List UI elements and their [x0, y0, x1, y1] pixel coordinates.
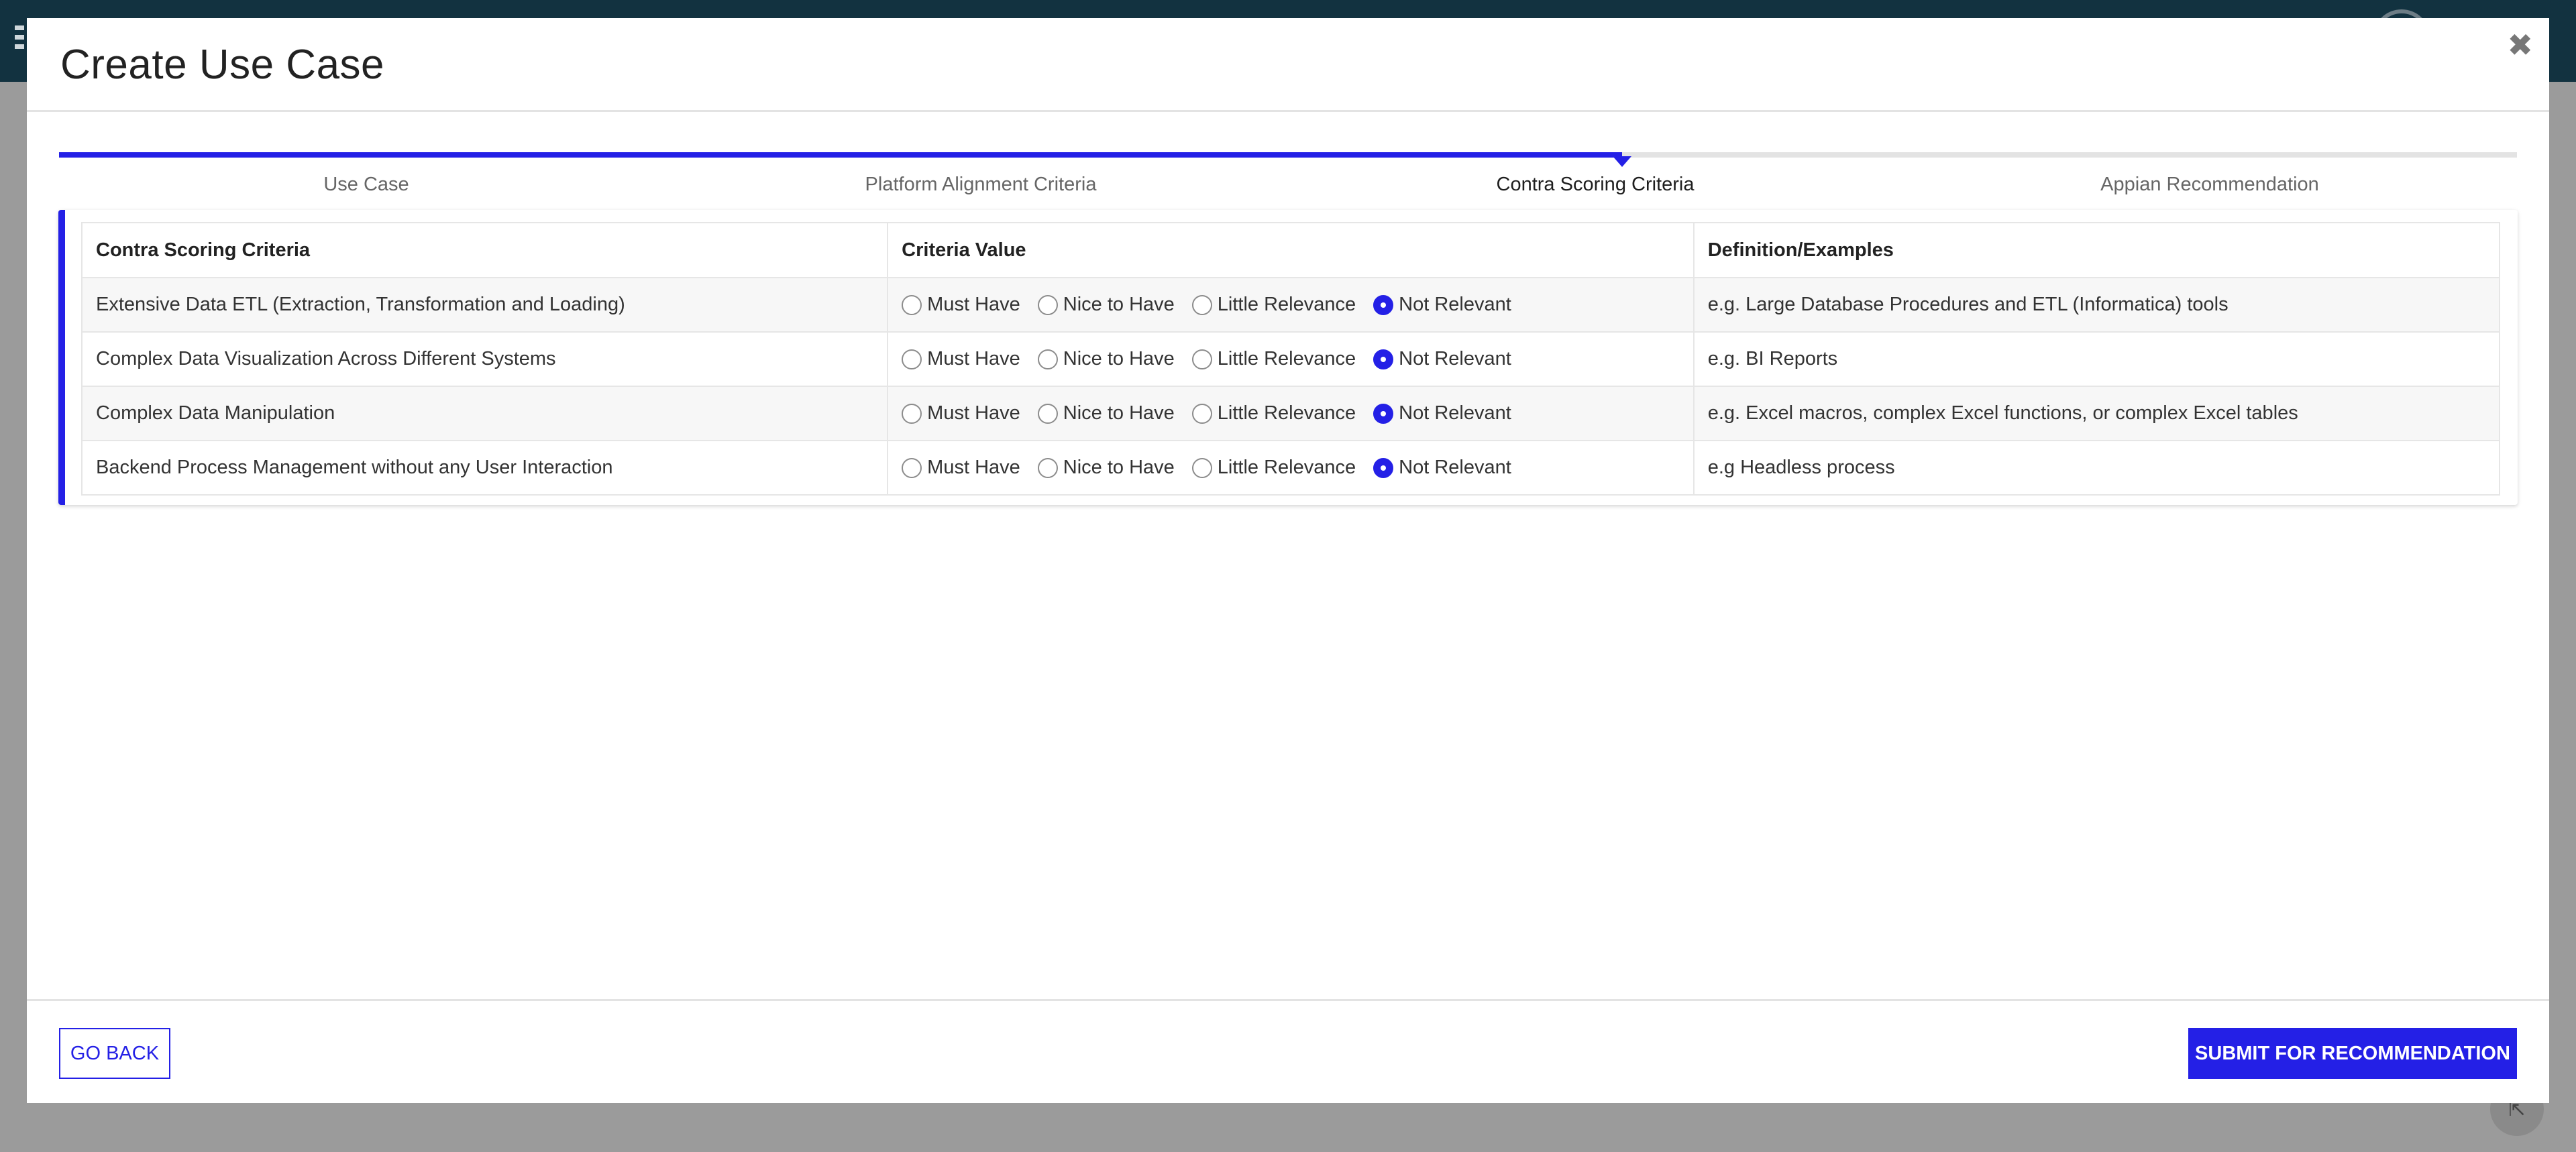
radio-button[interactable] [1037, 403, 1058, 424]
step-appian-recommendation[interactable]: Appian Recommendation [1902, 171, 2517, 198]
dialog-title: Create Use Case [60, 42, 385, 88]
criteria-cell: Extensive Data ETL (Extraction, Transfor… [80, 277, 889, 333]
step-use-case[interactable]: Use Case [59, 171, 674, 198]
radio-label: Nice to Have [1063, 457, 1175, 478]
table-row: Extensive Data ETL (Extraction, Transfor… [80, 277, 2501, 333]
radio-option-must-have[interactable]: Must Have [902, 348, 1020, 370]
radio-option-nice-to-have[interactable]: Nice to Have [1037, 457, 1175, 479]
radio-option-not-relevant[interactable]: Not Relevant [1373, 457, 1511, 479]
radio-label: Must Have [927, 294, 1020, 315]
radio-label: Nice to Have [1063, 348, 1175, 369]
radio-option-nice-to-have[interactable]: Nice to Have [1037, 294, 1175, 316]
radio-button[interactable] [1037, 349, 1058, 369]
radio-label: Little Relevance [1217, 457, 1356, 478]
definition-cell: e.g. Large Database Procedures and ETL (… [1693, 277, 2501, 333]
step-platform-alignment-criteria[interactable]: Platform Alignment Criteria [674, 171, 1288, 198]
radio-label: Little Relevance [1217, 294, 1356, 315]
radio-label: Must Have [927, 457, 1020, 478]
radio-button[interactable] [1191, 349, 1212, 369]
radio-label: Nice to Have [1063, 402, 1175, 424]
radio-button[interactable] [1373, 403, 1394, 424]
radio-option-must-have[interactable]: Must Have [902, 457, 1020, 479]
stepper-steps: Use Case Platform Alignment Criteria Con… [59, 171, 2517, 198]
radio-button[interactable] [902, 294, 922, 315]
criteria-value-radio-group: Must Have Nice to Have Little Relevance Not… [902, 294, 1680, 316]
menu-icon[interactable] [15, 25, 27, 50]
definition-cell: e.g Headless process [1693, 440, 2501, 496]
radio-label: Not Relevant [1399, 402, 1511, 424]
create-use-case-dialog: Create Use Case ✖ Use Case Platform Alig… [27, 18, 2549, 1103]
criteria-cell: Backend Process Management without any U… [80, 440, 889, 496]
criteria-value-radio-group: Must Have Nice to Have Little Relevance Not… [902, 402, 1680, 424]
definition-cell: e.g. Excel macros, complex Excel functio… [1693, 386, 2501, 441]
step-contra-scoring-criteria[interactable]: Contra Scoring Criteria [1288, 171, 1902, 198]
criteria-section: Contra Scoring Criteria Criteria Value D… [58, 210, 2518, 505]
radio-option-nice-to-have[interactable]: Nice to Have [1037, 348, 1175, 370]
radio-option-little-relevance[interactable]: Little Relevance [1191, 402, 1356, 424]
go-back-button[interactable]: GO BACK [59, 1028, 170, 1079]
dialog-footer: GO BACK SUBMIT FOR RECOMMENDATION [27, 999, 2549, 1103]
radio-label: Not Relevant [1399, 294, 1511, 315]
progress-stepper: Use Case Platform Alignment Criteria Con… [59, 152, 2517, 219]
radio-button[interactable] [1191, 403, 1212, 424]
criteria-value-radio-group: Must Have Nice to Have Little Relevance Not… [902, 348, 1680, 370]
radio-option-must-have[interactable]: Must Have [902, 294, 1020, 316]
radio-label: Little Relevance [1217, 348, 1356, 369]
radio-option-must-have[interactable]: Must Have [902, 402, 1020, 424]
radio-label: Must Have [927, 402, 1020, 424]
radio-button[interactable] [1191, 294, 1212, 315]
submit-for-recommendation-button[interactable]: SUBMIT FOR RECOMMENDATION [2188, 1028, 2517, 1079]
table-row: Complex Data Manipulation Must Have Nice t… [80, 386, 2501, 441]
radio-label: Not Relevant [1399, 457, 1511, 478]
radio-label: Must Have [927, 348, 1020, 369]
dialog-header: Create Use Case ✖ [27, 18, 2549, 112]
contra-scoring-table: Contra Scoring Criteria Criteria Value D… [80, 222, 2501, 496]
radio-option-little-relevance[interactable]: Little Relevance [1191, 348, 1356, 370]
radio-button[interactable] [1191, 457, 1212, 478]
criteria-cell: Complex Data Visualization Across Differ… [80, 331, 889, 387]
radio-label: Little Relevance [1217, 402, 1356, 424]
radio-button[interactable] [1373, 457, 1394, 478]
radio-label: Not Relevant [1399, 348, 1511, 369]
radio-button[interactable] [1037, 294, 1058, 315]
stepper-progress-fill [59, 152, 1622, 158]
table-header-row: Contra Scoring Criteria Criteria Value D… [80, 222, 2501, 278]
radio-button[interactable] [1037, 457, 1058, 478]
criteria-value-cell: Must Have Nice to Have Little Relevance Not… [887, 331, 1695, 387]
radio-option-not-relevant[interactable]: Not Relevant [1373, 402, 1511, 424]
criteria-cell: Complex Data Manipulation [80, 386, 889, 441]
radio-option-not-relevant[interactable]: Not Relevant [1373, 294, 1511, 316]
criteria-value-cell: Must Have Nice to Have Little Relevance Not… [887, 386, 1695, 441]
radio-option-not-relevant[interactable]: Not Relevant [1373, 348, 1511, 370]
column-header-criteria: Contra Scoring Criteria [80, 222, 889, 278]
radio-label: Nice to Have [1063, 294, 1175, 315]
radio-button[interactable] [1373, 349, 1394, 369]
criteria-value-cell: Must Have Nice to Have Little Relevance Not… [887, 440, 1695, 496]
table-row: Complex Data Visualization Across Differ… [80, 331, 2501, 387]
definition-cell: e.g. BI Reports [1693, 331, 2501, 387]
radio-button[interactable] [902, 349, 922, 369]
radio-option-nice-to-have[interactable]: Nice to Have [1037, 402, 1175, 424]
active-step-marker [1613, 156, 1631, 167]
criteria-value-cell: Must Have Nice to Have Little Relevance Not… [887, 277, 1695, 333]
radio-button[interactable] [1373, 294, 1394, 315]
column-header-criteria-value: Criteria Value [887, 222, 1695, 278]
radio-option-little-relevance[interactable]: Little Relevance [1191, 457, 1356, 479]
column-header-definition: Definition/Examples [1693, 222, 2501, 278]
criteria-value-radio-group: Must Have Nice to Have Little Relevance Not… [902, 457, 1680, 479]
radio-button[interactable] [902, 403, 922, 424]
radio-option-little-relevance[interactable]: Little Relevance [1191, 294, 1356, 316]
table-row: Backend Process Management without any U… [80, 440, 2501, 496]
radio-button[interactable] [902, 457, 922, 478]
close-icon[interactable]: ✖ [2507, 25, 2533, 65]
